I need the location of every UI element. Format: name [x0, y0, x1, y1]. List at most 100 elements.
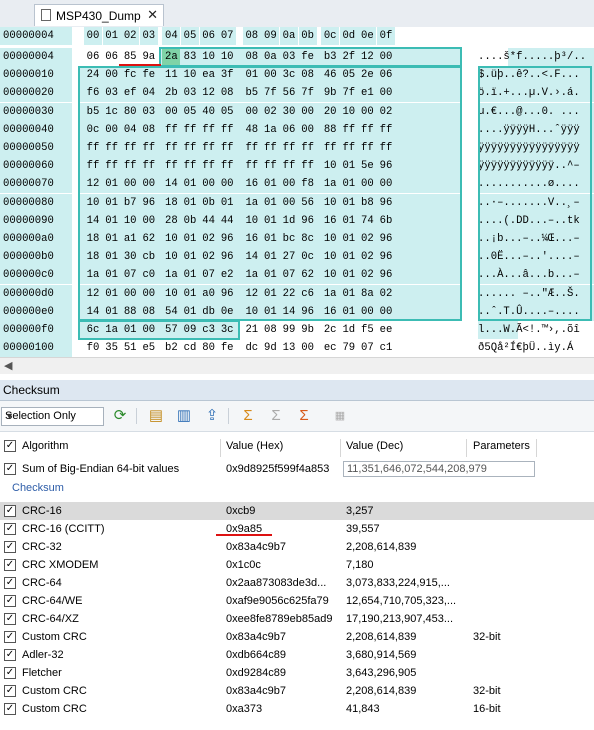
calculator-icon[interactable]: ▦: [330, 406, 350, 426]
hex-byte[interactable]: 13: [280, 339, 298, 357]
row-checkbox[interactable]: ✓: [4, 559, 16, 571]
hex-byte[interactable]: cd: [181, 339, 199, 357]
table-row[interactable]: ✓ CRC-32 0x83a4c9b7 2,208,614,839: [0, 538, 594, 556]
hex-byte[interactable]: 06: [84, 48, 102, 66]
column-header: 08: [242, 27, 261, 45]
row-checkbox[interactable]: ✓: [4, 595, 16, 607]
export-icon[interactable]: ▥: [174, 406, 194, 426]
row-offset: 000000d0: [0, 284, 72, 303]
hex-byte[interactable]: 00: [299, 339, 317, 357]
hex-byte[interactable]: 35: [103, 339, 121, 357]
table-row[interactable]: ✓ CRC-64/WE 0xaf9e9056c625fa79 12,654,710,7…: [0, 592, 594, 610]
hex-byte[interactable]: 08: [261, 321, 279, 339]
upload-icon[interactable]: ⇪: [202, 406, 222, 426]
sum-settings-icon[interactable]: Σ: [294, 406, 314, 426]
table-row[interactable]: ✓ Sum of Big-Endian 64-bit values 0x9d89…: [0, 460, 594, 478]
table-row[interactable]: ✓ CRC-64/XZ 0xee8fe8789eb85ad9 17,190,213,9…: [0, 610, 594, 628]
column-divider[interactable]: [220, 439, 221, 457]
hex-byte[interactable]: 79: [340, 339, 358, 357]
column-divider[interactable]: [340, 439, 341, 457]
table-row[interactable]: ✓ Adler-32 0xdb664c89 3,680,914,569: [0, 646, 594, 664]
hex-byte[interactable]: fe: [218, 339, 236, 357]
hex-byte[interactable]: 80: [200, 339, 218, 357]
document-icon: [41, 9, 51, 21]
params-value: 16-bit: [473, 703, 501, 715]
chevron-down-icon: ▼: [5, 411, 14, 421]
hex-byte[interactable]: b2: [162, 339, 180, 357]
row-checkbox[interactable]: ✓: [4, 613, 16, 625]
row-offset: 000000f0: [0, 321, 72, 339]
sum-remove-icon[interactable]: Σ: [266, 406, 286, 426]
params-value: 32-bit: [473, 631, 501, 643]
row-checkbox[interactable]: ✓: [4, 649, 16, 661]
hex-byte[interactable]: f5: [358, 321, 376, 339]
column-divider[interactable]: [466, 439, 467, 457]
hex-byte[interactable]: dc: [243, 339, 261, 357]
row-offset: 000000a0: [0, 230, 72, 248]
hex-byte[interactable]: 06: [103, 48, 121, 66]
column-header: 0f: [377, 27, 395, 45]
hex-editor-view[interactable]: 00000004 00 01 02 03 04 05 06 07 08 09 0a 0b 0c 0d 0e 0f…: [0, 27, 594, 357]
row-offset: 00000060: [0, 157, 72, 176]
row-checkbox[interactable]: ✓: [4, 703, 16, 715]
hex-byte[interactable]: 51: [121, 339, 139, 357]
ascii-column[interactable]: l...W.Ã<!.™›,.õî: [478, 321, 594, 339]
table-row[interactable]: ✓ CRC-16 (CCITT) 0x9a85 39,557: [0, 520, 594, 538]
horizontal-scrollbar[interactable]: ◀: [0, 357, 594, 374]
hex-byte[interactable]: 07: [358, 339, 376, 357]
import-icon[interactable]: ▤: [146, 406, 166, 426]
hex-byte[interactable]: 9b: [299, 321, 317, 339]
scroll-left-icon[interactable]: ◀: [4, 359, 12, 372]
table-row[interactable]: ✓ Custom CRC 0xa373 41,843 16-bit: [0, 700, 594, 718]
tab-bar: MSP430_Dump ✕: [0, 0, 594, 28]
row-checkbox[interactable]: ✓: [4, 667, 16, 679]
row-checkbox[interactable]: ✓: [4, 631, 16, 643]
selection-outline: [78, 66, 462, 321]
checksum-grid: ✓ Algorithm Value (Hex) Value (Dec) Para…: [0, 432, 594, 730]
table-row[interactable]: ✓ Fletcher 0xd9284c89 3,643,296,905: [0, 664, 594, 682]
selection-outline-ascii: [478, 66, 592, 321]
column-header: 02: [121, 27, 140, 45]
hex-byte[interactable]: ee: [377, 321, 395, 339]
close-icon[interactable]: ✕: [147, 7, 158, 23]
tab-msp430-dump[interactable]: MSP430_Dump ✕: [34, 4, 164, 26]
hex-byte[interactable]: c1: [377, 339, 395, 357]
table-row[interactable]: ✓ CRC-64 0x2aa873083de3d... 3,073,833,224,9…: [0, 574, 594, 592]
header-params[interactable]: Parameters: [473, 437, 530, 455]
params-value: 32-bit: [473, 685, 501, 697]
select-all-checkbox[interactable]: ✓: [4, 440, 16, 452]
column-header: 03: [139, 27, 158, 45]
hex-byte[interactable]: ec: [321, 339, 339, 357]
row-checkbox[interactable]: ✓: [4, 685, 16, 697]
header-dec[interactable]: Value (Dec): [346, 437, 403, 455]
sum-add-icon[interactable]: Σ: [238, 406, 258, 426]
hex-byte[interactable]: 1d: [340, 321, 358, 339]
ascii-column[interactable]: ....š*f.....þ³/..: [478, 48, 594, 66]
ascii-column[interactable]: ð5Qå²Í€þÜ..ìy.Á: [478, 339, 594, 357]
table-row[interactable]: ✓ Custom CRC 0x83a4c9b7 2,208,614,839 32-bit: [0, 682, 594, 700]
row-checkbox[interactable]: ✓: [4, 505, 16, 517]
hex-byte[interactable]: 9d: [261, 339, 279, 357]
header-algorithm[interactable]: Algorithm: [22, 437, 68, 455]
selection-outline-top: [159, 47, 462, 67]
row-checkbox[interactable]: ✓: [4, 463, 16, 475]
refresh-icon[interactable]: ⟳: [110, 406, 130, 426]
hex-byte[interactable]: 99: [280, 321, 298, 339]
row-checkbox[interactable]: ✓: [4, 541, 16, 553]
row-offset: 00000030: [0, 102, 72, 121]
column-divider[interactable]: [536, 439, 537, 457]
dec-value-field[interactable]: 11,351,646,072,544,208,979: [343, 461, 535, 477]
header-hex[interactable]: Value (Hex): [226, 437, 283, 455]
row-checkbox[interactable]: ✓: [4, 577, 16, 589]
hex-byte[interactable]: f0: [84, 339, 102, 357]
hex-byte[interactable]: e5: [140, 339, 158, 357]
scope-select[interactable]: Selection Only ▼: [1, 407, 104, 426]
hex-byte[interactable]: 21: [243, 321, 261, 339]
hex-byte[interactable]: 2c: [321, 321, 339, 339]
table-row[interactable]: ✓ Custom CRC 0x83a4c9b7 2,208,614,839 32-bit: [0, 628, 594, 646]
row-checkbox[interactable]: ✓: [4, 523, 16, 535]
table-row[interactable]: ✓ CRC-16 0xcb9 3,257: [0, 502, 594, 520]
hex-row[interactable]: 00000100 f0 35 51 e5 b2 cd 80 fe dc 9d 13 00 ec 79 07 c1…: [0, 339, 594, 357]
algorithm-name: Fletcher: [22, 667, 62, 679]
table-row[interactable]: ✓ CRC XMODEM 0x1c0c 7,180: [0, 556, 594, 574]
